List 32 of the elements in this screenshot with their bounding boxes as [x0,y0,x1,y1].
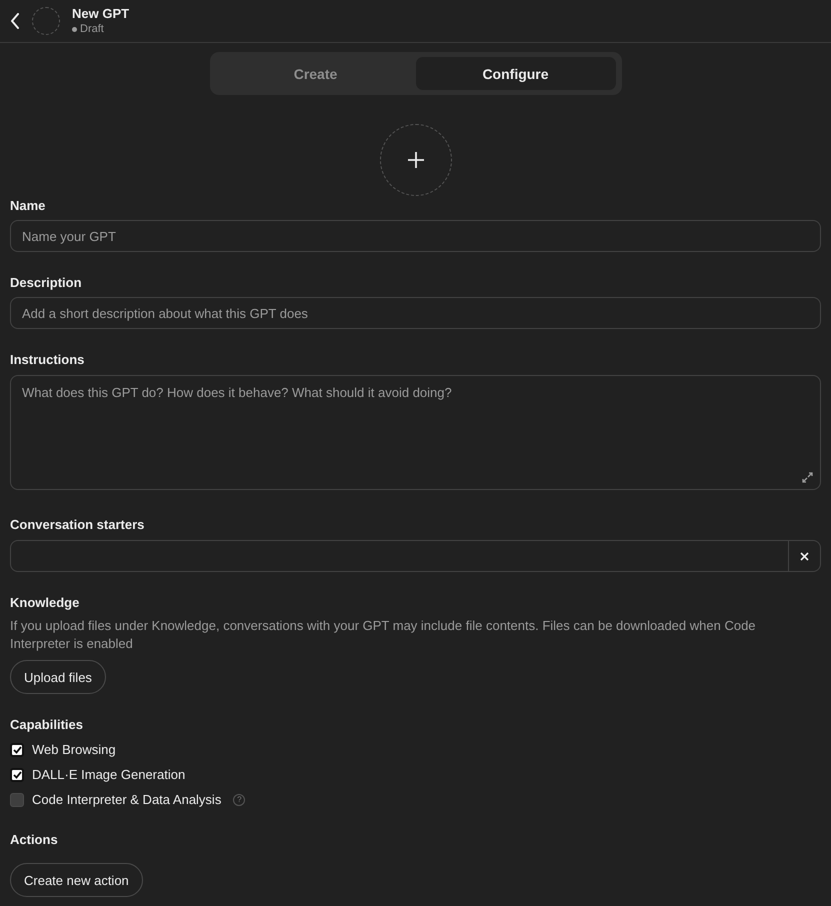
create-action-button[interactable]: Create new action [10,863,143,897]
checkbox[interactable] [10,793,24,807]
tab[interactable]: Configure [416,57,616,90]
capability-label: Web Browsing [32,742,116,758]
avatar-placeholder [32,7,60,35]
input-field[interactable]: Add a short description about what this GPT does [10,297,821,329]
field-label: Instructions [10,352,86,368]
upload-button[interactable]: Upload files [10,660,106,694]
gpt-title: New GPT [72,6,130,22]
input-field[interactable]: Name your GPT [10,220,821,252]
field-label: Conversation starters [10,517,146,533]
close-icon [800,552,809,560]
capability-label: Code Interpreter & Data Analysis [32,792,222,808]
input-field[interactable] [10,540,789,572]
field-label: Name [10,198,46,214]
status-text: Draft [80,22,104,36]
back-icon[interactable] [10,13,20,29]
section-title: Actions [10,832,59,848]
instructions-field[interactable]: What does this GPT do? How does it behave? What should it avoid doing? [10,375,821,490]
checkbox[interactable] [10,768,24,782]
help-icon[interactable]: ? [233,794,246,806]
knowledge-description: If you upload files under Knowledge, conversations with your GPT may include file contents. Files can be downloaded when Code Interpreter is enabled [10,617,757,653]
expand-icon[interactable] [802,472,813,483]
status-dot [72,26,77,32]
section-title: Capabilities [10,717,84,733]
plus-icon [406,151,424,169]
capability-label: DALL·E Image Generation [32,767,186,783]
section-title: Knowledge [10,595,80,611]
clear-button[interactable] [789,540,821,572]
checkbox[interactable] [10,743,24,757]
field-label: Description [10,275,83,291]
tab[interactable]: Create [216,57,416,90]
